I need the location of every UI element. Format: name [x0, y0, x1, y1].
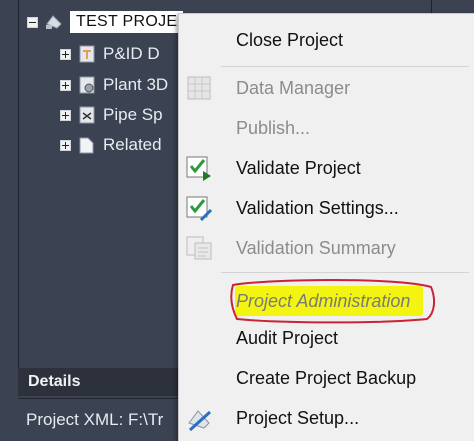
tree-item-plant3d[interactable]: Plant 3D — [60, 72, 168, 98]
tree-root-row[interactable]: TEST PROJE — [27, 9, 184, 35]
menu-item-label: Audit Project — [236, 327, 339, 348]
project-setup-icon — [188, 410, 212, 432]
menu-item-label: Validate Project — [236, 157, 361, 178]
pipe-spec-icon — [79, 106, 95, 124]
validate-project-icon — [186, 156, 211, 181]
menu-item-validation-summary[interactable]: Validation Summary — [179, 228, 474, 268]
folder-icon — [79, 137, 94, 154]
project-icon — [46, 15, 62, 29]
expand-icon[interactable] — [60, 48, 71, 60]
expand-icon[interactable] — [60, 79, 71, 91]
tree-item-label: Pipe Sp — [103, 105, 163, 124]
validation-summary-icon — [186, 236, 212, 260]
menu-item-audit-project[interactable]: Audit Project — [179, 318, 474, 358]
menu-item-label: Publish... — [236, 117, 311, 138]
pid-icon — [79, 45, 95, 63]
collapse-icon[interactable] — [27, 16, 38, 28]
menu-item-label: Create Project Backup — [236, 367, 417, 388]
project-root-label[interactable]: TEST PROJE — [70, 11, 184, 33]
menu-item-validate-project[interactable]: Validate Project — [179, 148, 474, 188]
tree-item-label: P&ID D — [103, 44, 160, 63]
plant3d-icon — [79, 76, 95, 94]
menu-item-project-setup[interactable]: Project Setup... — [179, 398, 474, 438]
tree-item-related[interactable]: Related — [60, 132, 162, 158]
data-manager-icon — [187, 76, 211, 100]
tree-item-label: Plant 3D — [103, 75, 169, 94]
tree-item-label: Related — [103, 135, 162, 154]
menu-item-label: Validation Settings... — [236, 197, 399, 218]
menu-item-label: Data Manager — [236, 77, 351, 98]
tree-item-pipe-spec[interactable]: Pipe Sp — [60, 102, 163, 128]
menu-item-label: Close Project — [236, 29, 344, 50]
menu-item-data-manager[interactable]: Data Manager — [179, 68, 474, 108]
menu-item-publish[interactable]: Publish... — [179, 108, 474, 148]
panel-border — [18, 0, 19, 368]
expand-icon[interactable] — [60, 109, 71, 121]
expand-icon[interactable] — [60, 139, 71, 151]
menu-item-label: Project Setup... — [236, 407, 360, 428]
menu-item-create-project-backup[interactable]: Create Project Backup — [179, 358, 474, 398]
menu-separator — [221, 272, 469, 273]
menu-item-validation-settings[interactable]: Validation Settings... — [179, 188, 474, 228]
tree-item-pid[interactable]: P&ID D — [60, 41, 160, 67]
menu-item-close-project[interactable]: Close Project — [179, 20, 474, 60]
validation-settings-icon — [186, 196, 213, 222]
menu-item-label: Validation Summary — [236, 237, 396, 258]
context-menu: Close Project Data Manager Publish... Va… — [178, 13, 474, 441]
menu-separator — [221, 66, 469, 67]
